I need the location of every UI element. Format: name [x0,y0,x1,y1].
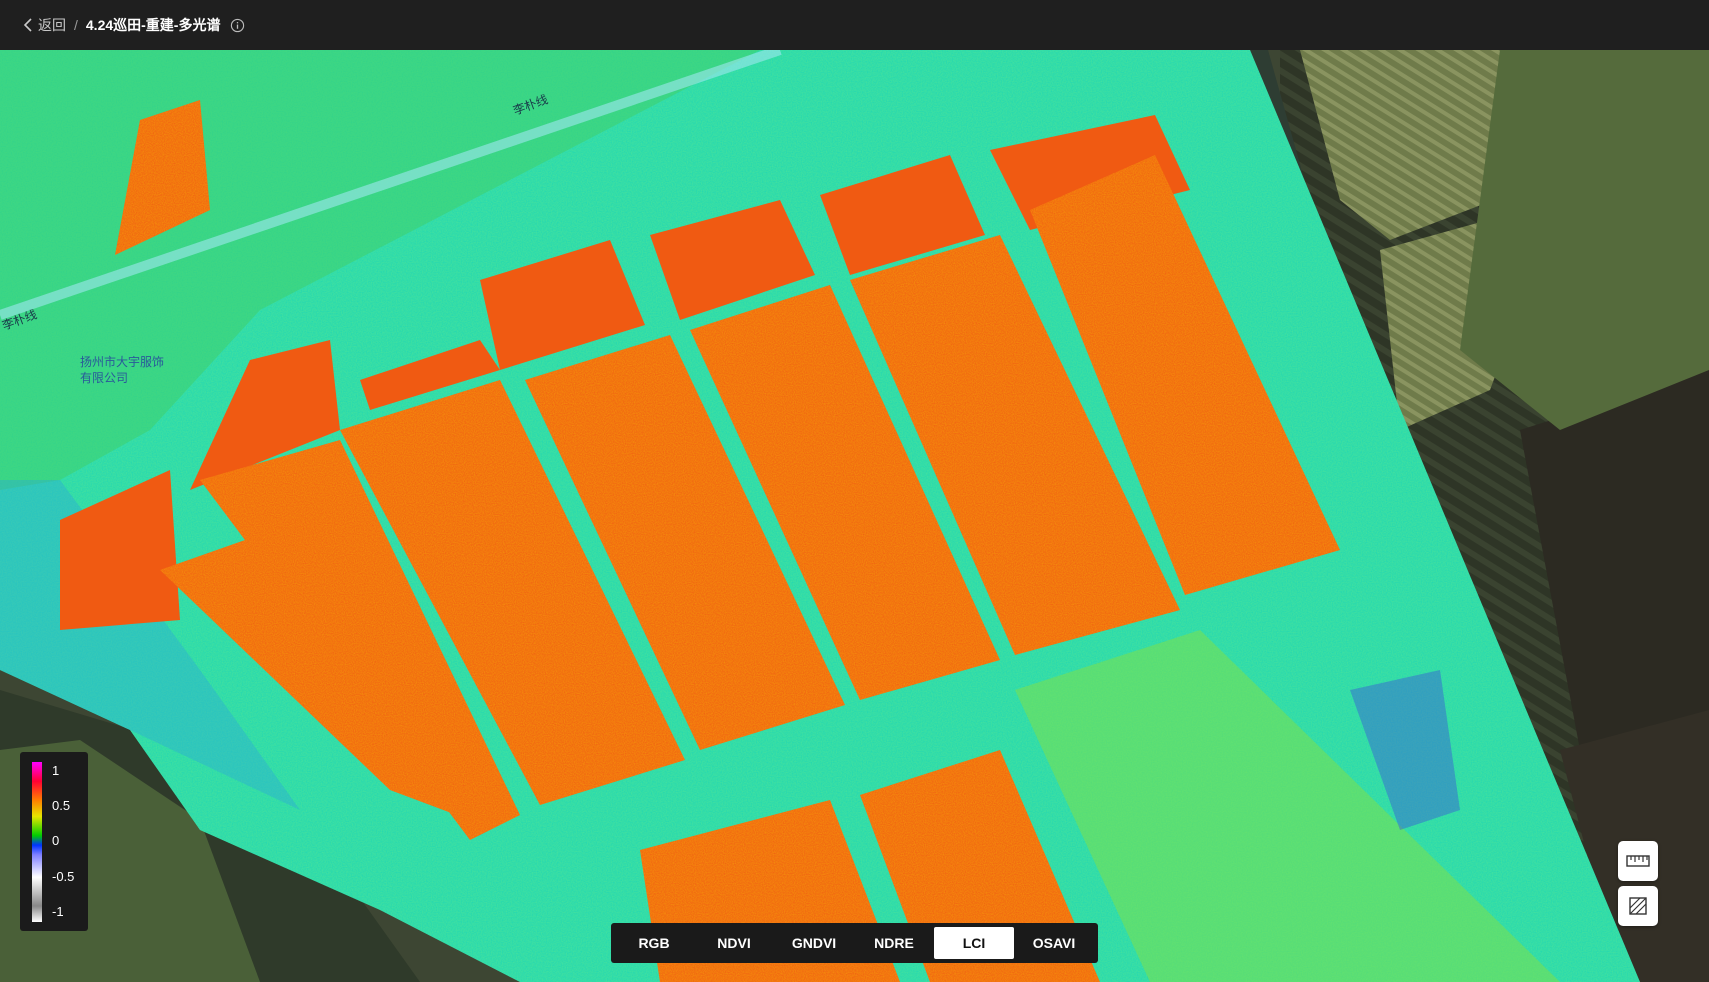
band-tab-lci[interactable]: LCI [934,927,1014,959]
ruler-button[interactable] [1618,841,1658,881]
legend-tick-1: 1 [52,763,60,778]
legend-tick-neg1: -1 [52,904,64,919]
multispectral-map: 李朴线 李朴线 扬州市大宇服饰 有限公司 [0,50,1709,982]
poi-label-line2: 有限公司 [80,371,128,385]
legend-tick-0.5: 0.5 [52,798,71,813]
legend-tick-neg0.5: -0.5 [52,869,75,884]
band-tab-ndre[interactable]: NDRE [854,927,934,959]
info-icon[interactable] [230,18,245,33]
band-selector: RGB NDVI GNDVI NDRE LCI OSAVI [611,923,1098,963]
page-title: 4.24巡田-重建-多光谱 [85,17,221,33]
chevron-left-icon [23,18,32,32]
area-measure-button[interactable] [1618,886,1658,926]
ruler-icon [1626,855,1650,867]
back-label: 返回 [38,17,66,33]
band-tab-ndvi[interactable]: NDVI [694,927,774,959]
legend-tick-0: 0 [52,833,60,848]
area-measure-icon [1629,897,1647,915]
band-tab-osavi[interactable]: OSAVI [1014,927,1094,959]
breadcrumb-separator: / [74,17,78,33]
band-tab-rgb[interactable]: RGB [614,927,694,959]
band-tab-gndvi[interactable]: GNDVI [774,927,854,959]
index-legend: 1 0.5 0 -0.5 -1 [20,752,88,931]
top-bar: 返回 / 4.24巡田-重建-多光谱 [0,0,1709,50]
poi-label-line1: 扬州市大宇服饰 [80,354,164,369]
legend-color-bar [32,762,42,922]
map-view[interactable]: 李朴线 李朴线 扬州市大宇服饰 有限公司 [0,50,1709,982]
back-button[interactable]: 返回 [22,15,66,35]
